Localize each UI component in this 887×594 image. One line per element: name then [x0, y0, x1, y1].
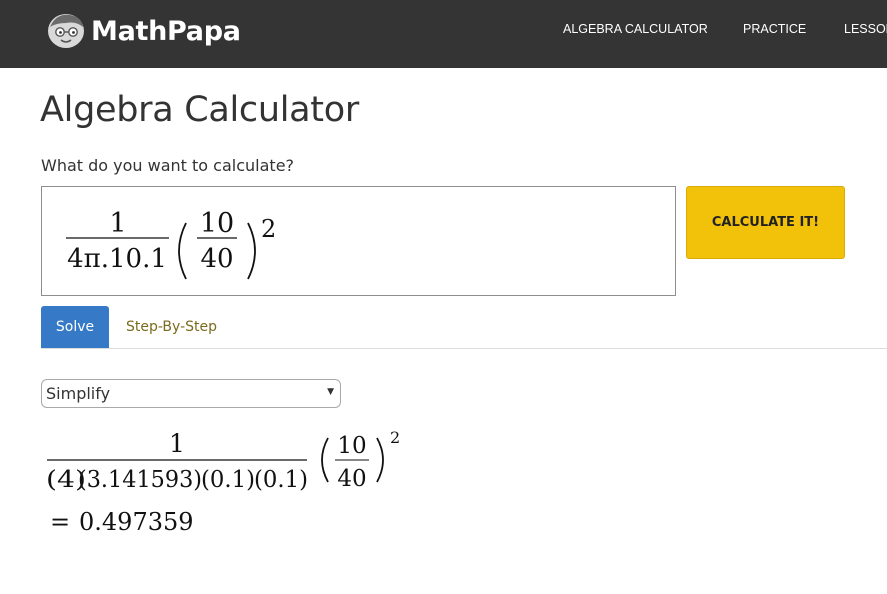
result-expression: 1 (4) (3.141593) (0.1) (0.1) 10 40 2 = 0… — [46, 428, 400, 536]
input-left-paren — [178, 222, 187, 280]
page-title: Algebra Calculator — [40, 90, 359, 130]
result-den-part-3: (0.1) — [201, 467, 255, 493]
dropdown-arrow-icon: ▼ — [327, 387, 334, 397]
input-prompt: What do you want to calculate? — [41, 156, 295, 175]
result-left-paren — [321, 437, 329, 483]
nav-link-algebra-calculator[interactable]: ALGEBRA CALCULATOR — [563, 22, 708, 36]
top-navbar: MathPapa ALGEBRA CALCULATOR PRACTICE LES… — [0, 0, 887, 68]
result-right-paren — [376, 437, 384, 483]
result-exponent: 2 — [390, 428, 400, 447]
result-fraction-numerator: 1 — [169, 429, 185, 458]
result-den-part-2: (3.141593) — [78, 467, 202, 493]
input-fraction-denominator: 4π.10.1 — [67, 244, 167, 274]
math-input-field[interactable]: 1 4π.10.1 10 40 2 — [41, 186, 676, 296]
result-equals-sign: = — [50, 508, 70, 536]
calculate-button[interactable]: CALCULATE IT! — [686, 186, 845, 259]
tab-solve[interactable]: Solve — [41, 306, 109, 348]
input-paren-denominator: 40 — [200, 244, 233, 274]
tab-step-by-step[interactable]: Step-By-Step — [126, 319, 217, 335]
result-answer-value: 0.497359 — [79, 508, 194, 536]
input-fraction-numerator: 1 — [109, 208, 126, 239]
tabs-divider — [41, 348, 887, 349]
result-paren-numerator: 10 — [337, 433, 366, 459]
input-exponent: 2 — [261, 215, 276, 243]
result-paren-denominator: 40 — [337, 466, 366, 492]
mathpapa-face-logo-icon — [48, 14, 84, 48]
mode-select-value: Simplify — [46, 384, 111, 403]
mode-select[interactable]: Simplify ▼ — [41, 379, 341, 408]
result-den-part-4: (0.1) — [254, 467, 308, 493]
input-right-paren — [247, 222, 256, 280]
nav-link-lessons[interactable]: LESSON — [844, 22, 887, 36]
nav-link-practice[interactable]: PRACTICE — [743, 22, 806, 36]
brand[interactable]: MathPapa — [46, 11, 241, 51]
input-paren-numerator: 10 — [200, 208, 234, 239]
brand-name: MathPapa — [91, 15, 241, 47]
math-input-expression: 1 4π.10.1 10 40 2 — [66, 208, 276, 280]
